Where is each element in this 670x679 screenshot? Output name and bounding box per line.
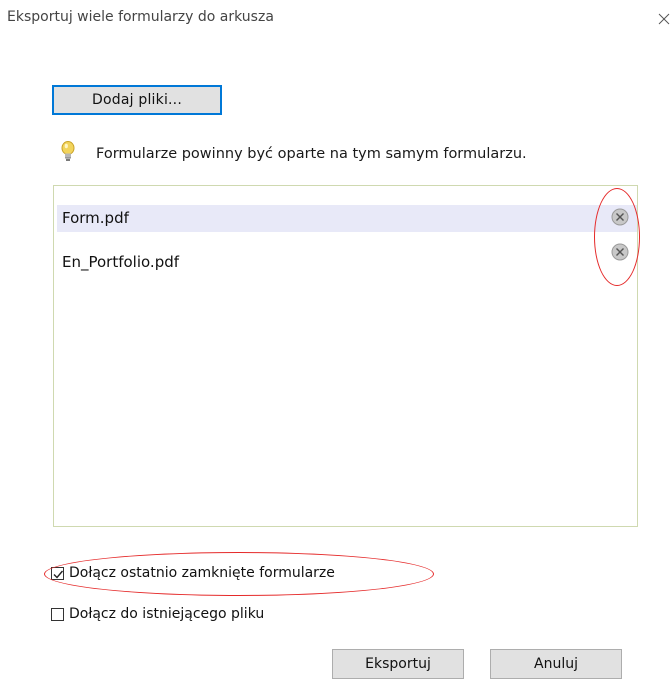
file-name: Form.pdf [62, 209, 129, 227]
add-files-button[interactable]: Dodaj pliki... [52, 85, 222, 115]
append-existing-checkbox[interactable]: Dołącz do istniejącego pliku [51, 604, 264, 624]
include-recent-label: Dołącz ostatnio zamknięte formularze [69, 565, 335, 581]
window-title: Eksportuj wiele formularzy do arkusza [7, 9, 274, 25]
hint-text: Formularze powinny być oparte na tym sam… [96, 146, 527, 162]
cancel-button[interactable]: Anuluj [490, 649, 622, 679]
close-button[interactable] [656, 8, 670, 28]
close-icon [658, 13, 670, 25]
file-name: En_Portfolio.pdf [62, 253, 180, 271]
remove-file-button[interactable] [611, 208, 629, 226]
remove-circle-icon [611, 208, 629, 226]
include-recent-checkbox[interactable]: Dołącz ostatnio zamknięte formularze [51, 563, 335, 583]
append-existing-label: Dołącz do istniejącego pliku [69, 606, 265, 622]
file-row-form[interactable]: Form.pdf [57, 205, 637, 232]
file-list[interactable]: Form.pdf En_Portfolio.pdf [53, 185, 638, 527]
title-bar: Eksportuj wiele formularzy do arkusza [0, 0, 670, 40]
checkbox-box[interactable] [51, 566, 64, 580]
remove-file-button[interactable] [611, 243, 629, 261]
lightbulb-icon [60, 140, 76, 164]
file-row-en-portfolio[interactable]: En_Portfolio.pdf [57, 249, 637, 276]
checkmark-icon [53, 570, 64, 579]
export-button[interactable]: Eksportuj [332, 649, 464, 679]
checkbox-box[interactable] [51, 607, 64, 621]
remove-circle-icon [611, 243, 629, 261]
